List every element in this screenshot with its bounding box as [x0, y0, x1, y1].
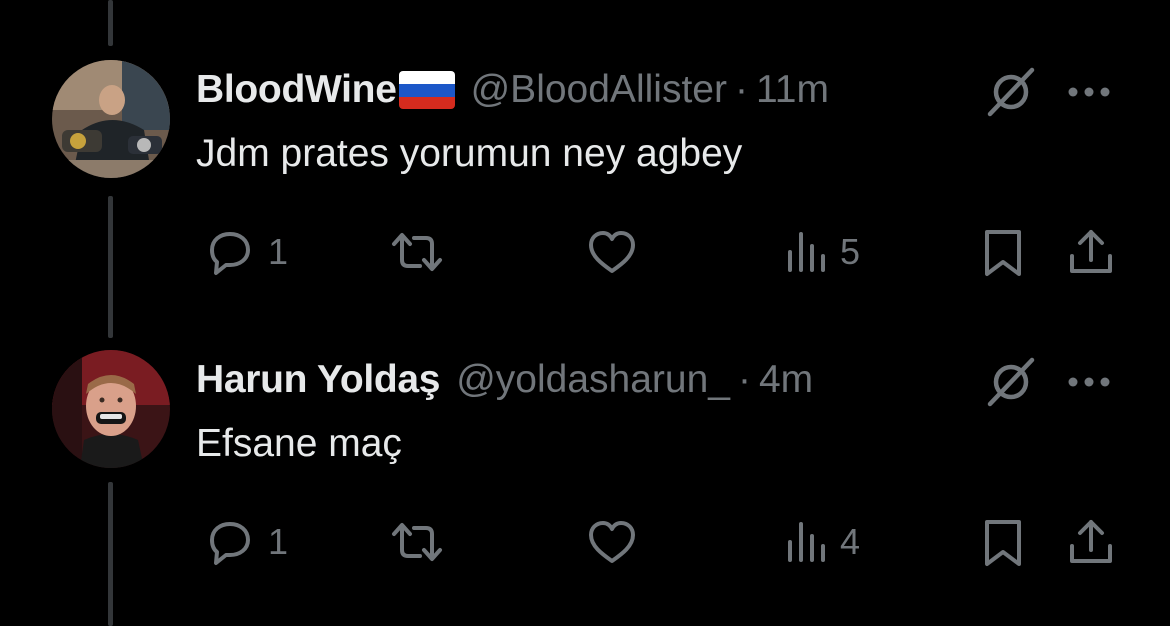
- bookmark-icon: [985, 520, 1021, 566]
- share-icon: [1070, 520, 1112, 563]
- avatar[interactable]: [52, 60, 170, 178]
- view-count: 4: [840, 521, 861, 562]
- tweet-text: Jdm prates yorumun ney agbey: [196, 132, 743, 175]
- more-icon: [1068, 87, 1110, 97]
- tweet-actions: 1: [196, 512, 1126, 572]
- grok-icon: [987, 357, 1035, 407]
- tweet-text: Efsane maç: [196, 422, 402, 465]
- separator-dot: ·: [737, 358, 751, 401]
- separator-dot: ·: [734, 68, 748, 111]
- views-button[interactable]: 5: [782, 222, 860, 282]
- share-button[interactable]: [1064, 512, 1118, 572]
- grok-button[interactable]: [984, 64, 1038, 118]
- grok-icon: [987, 67, 1035, 117]
- views-icon: [788, 232, 825, 272]
- tweet-header: BloodWine @BloodAllister · 11m: [196, 62, 829, 118]
- display-name[interactable]: Harun Yoldaş: [196, 358, 440, 402]
- display-name[interactable]: BloodWine: [196, 68, 397, 112]
- reply-count: 1: [268, 231, 289, 272]
- more-button[interactable]: [1064, 362, 1114, 402]
- more-icon: [1068, 377, 1110, 387]
- views-icon: [788, 522, 825, 562]
- retweet-icon: [392, 523, 442, 561]
- like-button[interactable]: [582, 512, 650, 572]
- avatar[interactable]: [52, 350, 170, 468]
- user-handle[interactable]: @yoldasharun_: [456, 358, 730, 402]
- retweet-button[interactable]: [386, 512, 456, 572]
- retweet-button[interactable]: [386, 222, 456, 282]
- reply-button[interactable]: 1: [200, 222, 288, 282]
- reply-icon: [210, 522, 250, 565]
- views-button[interactable]: 4: [782, 512, 860, 572]
- like-icon: [589, 231, 635, 273]
- reply-button[interactable]: 1: [200, 512, 288, 572]
- more-button[interactable]: [1064, 72, 1114, 112]
- tweet[interactable]: BloodWine @BloodAllister · 11m Jdm prate…: [0, 0, 1170, 290]
- tweet-header: Harun Yoldaş @yoldasharun_ · 4m: [196, 352, 813, 408]
- timestamp[interactable]: 11m: [756, 68, 829, 112]
- reply-icon: [210, 232, 250, 275]
- view-count: 5: [840, 231, 861, 272]
- share-button[interactable]: [1064, 222, 1118, 282]
- reply-thread: BloodWine @BloodAllister · 11m Jdm prate…: [0, 0, 1170, 626]
- tweet[interactable]: Harun Yoldaş @yoldasharun_ · 4m Efsane m…: [0, 290, 1170, 580]
- bookmark-button[interactable]: [978, 512, 1028, 572]
- bookmark-button[interactable]: [978, 222, 1028, 282]
- tweet-actions: 1: [196, 222, 1126, 282]
- share-icon: [1070, 230, 1112, 273]
- bookmark-icon: [985, 230, 1021, 276]
- reply-count: 1: [268, 521, 289, 562]
- russia-flag-icon: [398, 71, 455, 109]
- like-icon: [589, 521, 635, 563]
- like-button[interactable]: [582, 222, 650, 282]
- retweet-icon: [392, 233, 442, 271]
- user-handle[interactable]: @BloodAllister: [471, 68, 727, 112]
- timestamp[interactable]: 4m: [759, 358, 813, 402]
- grok-button[interactable]: [984, 354, 1038, 408]
